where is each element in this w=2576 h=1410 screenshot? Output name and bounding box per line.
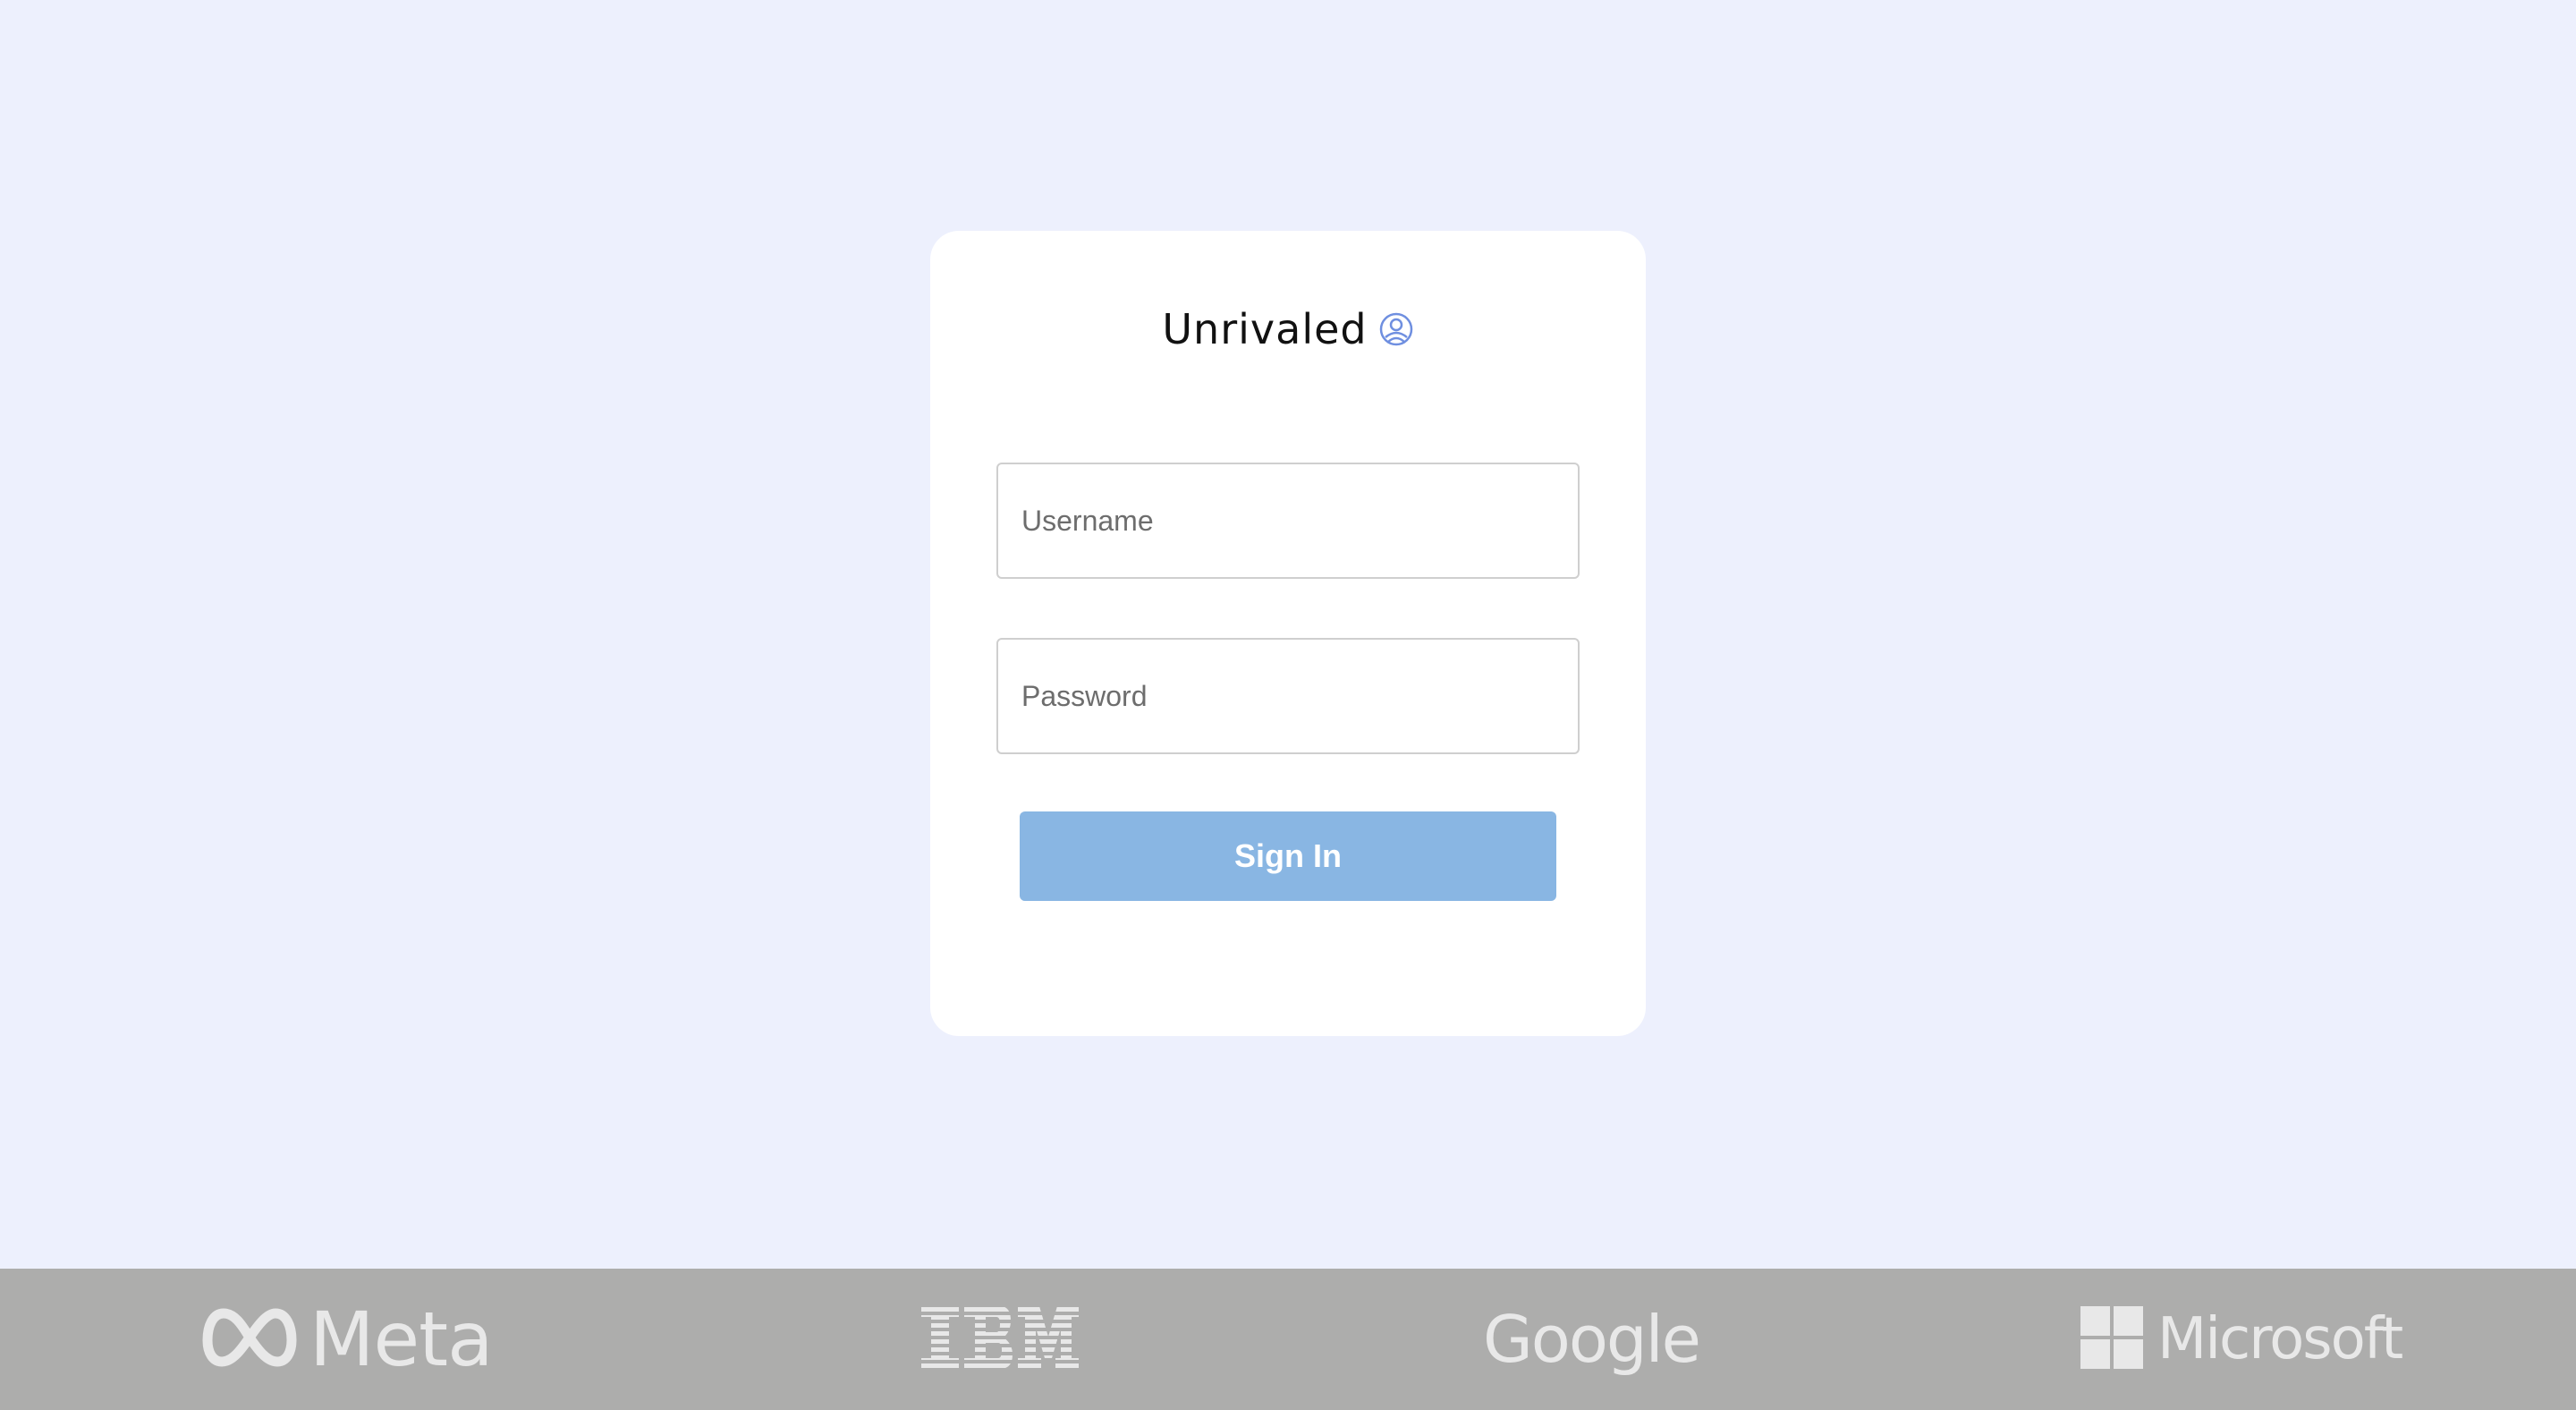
meta-infinity-icon [202,1304,297,1375]
password-input[interactable] [996,638,1580,754]
brand-name: Unrivaled [1162,305,1368,353]
partner-name: Meta [309,1295,494,1383]
microsoft-windows-icon [2080,1305,2143,1373]
partner-ibm [921,1269,1079,1410]
sign-in-button[interactable]: Sign In [1020,811,1556,901]
unrivaled-logo-icon [1378,311,1414,347]
brand-header: Unrivaled [0,297,2576,361]
partner-logo-footer: Meta Google Microsoft [0,1269,2576,1410]
partner-microsoft: Microsoft [2080,1269,2403,1410]
google-wordmark: Google [1483,1302,1701,1377]
ibm-striped-icon [921,1304,1079,1375]
username-input[interactable] [996,463,1580,579]
partner-meta: Meta [202,1269,494,1410]
partner-google: Google [1483,1269,1701,1410]
partner-name: Microsoft [2157,1306,2403,1372]
